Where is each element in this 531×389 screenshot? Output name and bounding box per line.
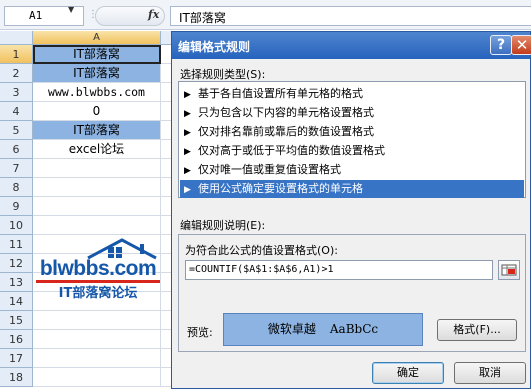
cell[interactable] <box>161 178 171 197</box>
rule-type-item[interactable]: ▶ 只为包含以下内容的单元格设置格式 <box>180 104 524 122</box>
format-preview: 微软卓越 AaBbCc <box>223 313 423 346</box>
triangle-right-icon: ▶ <box>184 166 191 176</box>
triangle-right-icon: ▶ <box>184 128 191 138</box>
chevron-down-icon[interactable]: ▼ <box>68 5 74 14</box>
cell[interactable] <box>161 368 171 387</box>
row-header[interactable]: 11 <box>0 235 33 254</box>
cell[interactable] <box>161 140 171 159</box>
select-all-corner[interactable] <box>0 31 33 45</box>
rule-type-item[interactable]: ▶ 基于各自值设置所有单元格的格式 <box>180 85 524 103</box>
rule-type-item[interactable]: ▶ 仅对排名靠前或靠后的数值设置格式 <box>180 123 524 141</box>
cell[interactable] <box>161 235 171 254</box>
formula-field[interactable]: =COUNTIF($A$1:$A$6,A1)>1 <box>185 260 493 280</box>
rule-description-panel: 为符合此公式的值设置格式(O): =COUNTIF($A$1:$A$6,A1)>… <box>178 234 526 352</box>
row-header[interactable]: 12 <box>0 254 33 273</box>
row-header[interactable]: 9 <box>0 197 33 216</box>
cell[interactable] <box>161 330 171 349</box>
preview-label: 预览: <box>187 326 213 339</box>
cell[interactable] <box>161 64 171 83</box>
row-header[interactable]: 15 <box>0 311 33 330</box>
cell[interactable] <box>33 330 161 349</box>
rule-type-item[interactable]: ▶ 仅对唯一值或重复值设置格式 <box>180 161 524 179</box>
rule-type-label: 仅对排名靠前或靠后的数值设置格式 <box>198 125 374 138</box>
triangle-right-icon: ▶ <box>184 147 191 157</box>
rule-type-label: 基于各自值设置所有单元格的格式 <box>198 87 363 100</box>
cell[interactable] <box>33 311 161 330</box>
column-header-b[interactable] <box>161 31 171 45</box>
logo-site-text: blwbbs.com <box>39 257 157 280</box>
row-header[interactable]: 8 <box>0 178 33 197</box>
formula-condition-label: 为符合此公式的值设置格式(O): <box>185 244 338 257</box>
cell[interactable]: www.blwbbs.com <box>33 83 161 102</box>
rule-type-list[interactable]: ▶ 基于各自值设置所有单元格的格式 ▶ 只为包含以下内容的单元格设置格式 ▶ 仅对排名靠前… <box>178 81 526 198</box>
triangle-right-icon: ▶ <box>184 109 191 119</box>
cell[interactable] <box>161 197 171 216</box>
cell[interactable]: IT部落窝 <box>33 121 161 140</box>
row-header[interactable]: 2 <box>0 64 33 83</box>
formula-input[interactable]: IT部落窝 <box>170 6 531 26</box>
cell[interactable] <box>161 292 171 311</box>
row-header[interactable]: 1 <box>0 45 33 64</box>
cell[interactable]: IT部落窝 <box>33 45 161 64</box>
cell[interactable] <box>161 102 171 121</box>
cell[interactable] <box>33 178 161 197</box>
cell[interactable] <box>161 273 171 292</box>
row-header[interactable]: 18 <box>0 368 33 387</box>
preview-text: 微软卓越 <box>267 322 316 336</box>
row-header[interactable]: 7 <box>0 159 33 178</box>
column-header-a[interactable]: A <box>33 31 161 45</box>
row-header[interactable]: 13 <box>0 273 33 292</box>
cell[interactable] <box>161 311 171 330</box>
rule-description-label: 编辑规则说明(E): <box>180 219 266 232</box>
cell[interactable] <box>33 159 161 178</box>
row-header[interactable]: 16 <box>0 330 33 349</box>
logo-forum-name: IT部落窝论坛 <box>58 286 138 301</box>
rule-type-label: 选择规则类型(S): <box>180 68 266 81</box>
preview-sample: AaBbCc <box>329 322 379 336</box>
cell[interactable]: excel论坛 <box>33 140 161 159</box>
help-button[interactable]: ? <box>490 35 512 55</box>
row-header[interactable]: 3 <box>0 83 33 102</box>
cell[interactable] <box>33 197 161 216</box>
range-select-icon <box>501 264 517 276</box>
cell[interactable] <box>33 216 161 235</box>
cell[interactable] <box>33 349 161 368</box>
cell[interactable]: 0 <box>33 102 161 121</box>
format-button[interactable]: 格式(F)... <box>437 319 517 341</box>
cell[interactable] <box>161 121 171 140</box>
site-logo: blwbbs.com IT部落窝论坛 <box>36 236 162 304</box>
cell[interactable] <box>161 83 171 102</box>
rule-type-item[interactable]: ▶ 使用公式确定要设置格式的单元格 <box>180 180 524 198</box>
dialog-titlebar[interactable]: 编辑格式规则 ? ✕ <box>172 32 531 59</box>
cell[interactable]: IT部落窝 <box>33 64 161 83</box>
collapse-dialog-button[interactable] <box>498 260 520 280</box>
cell[interactable] <box>33 368 161 387</box>
fx-icon[interactable]: fx <box>148 8 159 21</box>
cell[interactable] <box>161 216 171 235</box>
rule-type-label: 使用公式确定要设置格式的单元格 <box>198 182 363 195</box>
cell[interactable] <box>161 254 171 273</box>
cell[interactable] <box>161 45 171 64</box>
row-header[interactable]: 6 <box>0 140 33 159</box>
rule-type-label: 仅对唯一值或重复值设置格式 <box>198 163 341 176</box>
cancel-button[interactable]: 取消 <box>454 362 526 384</box>
row-header[interactable]: 17 <box>0 349 33 368</box>
row-header[interactable]: 14 <box>0 292 33 311</box>
edit-format-rule-dialog: 编辑格式规则 ? ✕ 选择规则类型(S): ▶ 基于各自值设置所有单元格的格式 ▶ 只… <box>171 31 531 389</box>
ok-button[interactable]: 确定 <box>372 362 444 384</box>
row-header[interactable]: 10 <box>0 216 33 235</box>
cell[interactable] <box>161 349 171 368</box>
dialog-title: 编辑格式规则 <box>178 40 251 54</box>
triangle-right-icon: ▶ <box>184 185 191 195</box>
row-header[interactable]: 4 <box>0 102 33 121</box>
cell[interactable] <box>161 159 171 178</box>
close-button[interactable]: ✕ <box>511 35 531 55</box>
rule-type-item[interactable]: ▶ 仅对高于或低于平均值的数值设置格式 <box>180 142 524 160</box>
formula-bar: A1 ▼ ⋮ fx IT部落窝 <box>0 0 531 30</box>
rule-type-label: 只为包含以下内容的单元格设置格式 <box>198 106 374 119</box>
rule-type-label: 仅对高于或低于平均值的数值设置格式 <box>198 144 385 157</box>
triangle-right-icon: ▶ <box>184 90 191 100</box>
row-header[interactable]: 5 <box>0 121 33 140</box>
